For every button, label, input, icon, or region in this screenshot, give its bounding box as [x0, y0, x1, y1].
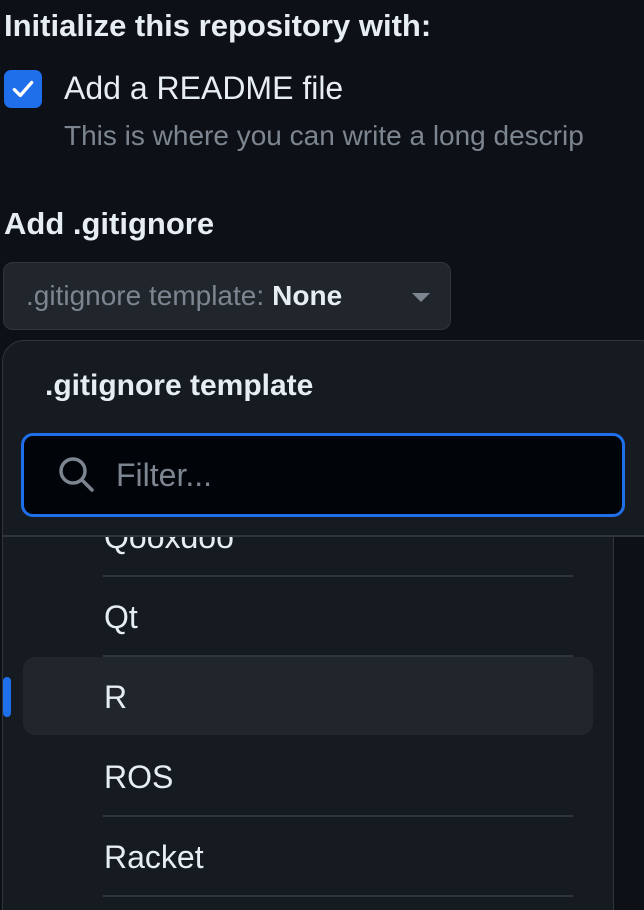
readme-description: This is where you can write a long descr…: [64, 120, 584, 151]
gitignore-template-button[interactable]: .gitignore template: None: [3, 262, 451, 330]
list-item-label: Racket: [104, 839, 204, 875]
triangle-down-icon: [412, 293, 430, 302]
template-list-viewport[interactable]: Qooxdoo Qt R ROS Racket: [3, 537, 613, 910]
list-item[interactable]: Racket: [3, 817, 613, 897]
gitignore-template-value: None: [272, 280, 343, 311]
list-item-selected[interactable]: R: [3, 657, 613, 737]
scrollbar-track[interactable]: [613, 537, 644, 910]
active-indicator: [3, 677, 11, 717]
initialize-heading: Initialize this repository with:: [4, 8, 432, 43]
gitignore-template-menu: .gitignore template Qooxdoo Qt: [2, 340, 644, 910]
gitignore-heading: Add .gitignore: [4, 206, 215, 241]
gitignore-template-prefix: .gitignore template:: [26, 280, 265, 311]
repository-settings-page: Initialize this repository with: Add a R…: [0, 0, 644, 910]
list-item-label: Qt: [104, 599, 138, 635]
menu-title: .gitignore template: [45, 369, 314, 402]
item-separator: [103, 895, 573, 897]
list-item-label: ROS: [104, 759, 174, 795]
list-item-label: Qooxdoo: [104, 537, 234, 555]
readme-option[interactable]: Add a README file: [4, 68, 644, 108]
list-item-label: R: [104, 679, 128, 715]
check-icon: [12, 80, 34, 98]
list-item[interactable]: Qooxdoo: [3, 537, 613, 577]
list-item[interactable]: ROS: [3, 737, 613, 817]
readme-label[interactable]: Add a README file: [64, 70, 343, 107]
search-icon: [59, 457, 94, 492]
readme-checkbox[interactable]: [4, 70, 42, 108]
template-list: Qooxdoo Qt R ROS Racket: [3, 537, 613, 897]
list-item[interactable]: Qt: [3, 577, 613, 657]
filter-field[interactable]: [21, 433, 625, 517]
filter-input[interactable]: [116, 446, 596, 504]
